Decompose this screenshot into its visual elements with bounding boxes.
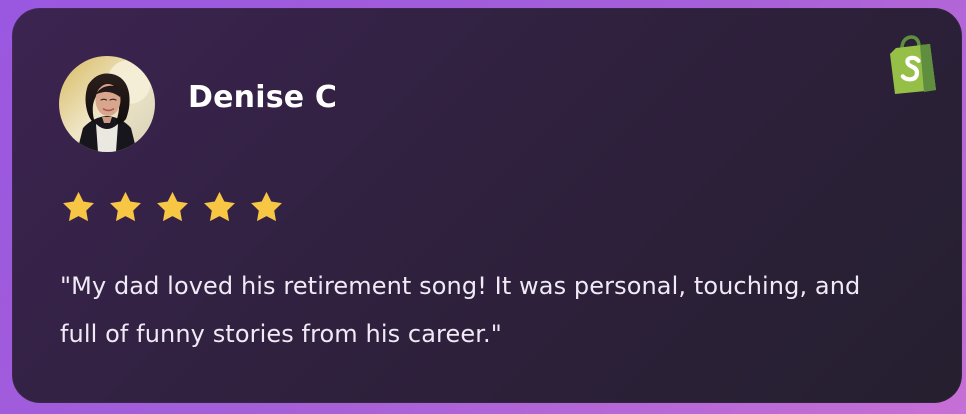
shopify-bag-icon bbox=[890, 35, 936, 94]
reviewer-name: Denise C bbox=[188, 80, 338, 115]
star-icon bbox=[204, 191, 235, 222]
review-text: "My dad loved his retirement song! It wa… bbox=[60, 272, 861, 348]
star-icon bbox=[157, 191, 188, 222]
star-icon bbox=[110, 191, 141, 222]
star-rating bbox=[59, 188, 286, 227]
avatar bbox=[59, 56, 155, 152]
star-icon bbox=[63, 191, 94, 222]
star-icon bbox=[251, 191, 282, 222]
review-card: Denise C "My dad loved his retirement so… bbox=[12, 8, 962, 403]
